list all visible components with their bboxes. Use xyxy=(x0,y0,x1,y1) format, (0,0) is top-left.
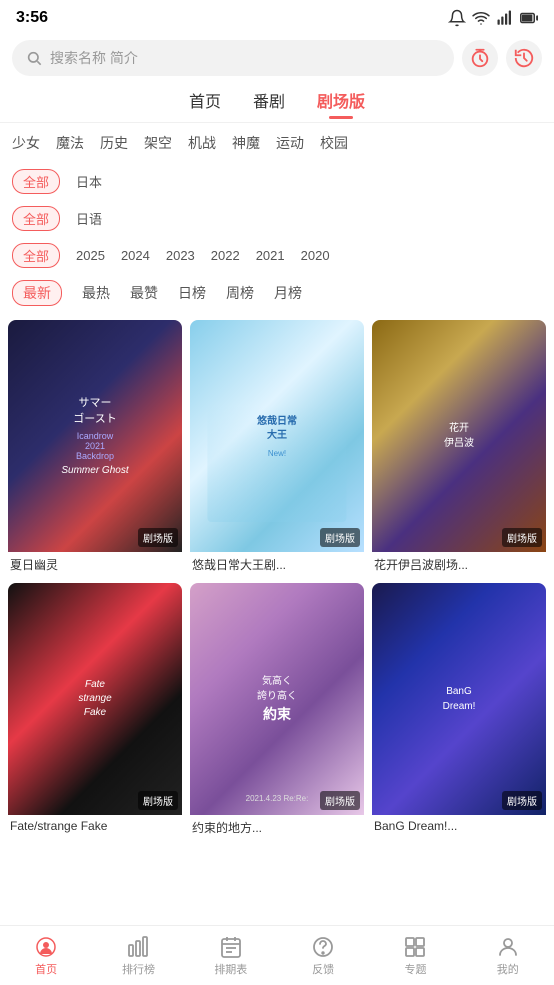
anime-card-4[interactable]: FatestrangeFake 剧场版 Fate/strange Fake xyxy=(8,583,182,838)
anime-badge-4: 剧场版 xyxy=(138,791,178,810)
nav-topic-label: 专题 xyxy=(404,961,426,977)
anime-title-2: 悠哉日常大王剧... xyxy=(190,552,364,575)
year-2021[interactable]: 2021 xyxy=(256,246,285,265)
timer-icon-button[interactable] xyxy=(462,40,498,76)
anime-card-3[interactable]: 花开伊吕波 剧场版 花开伊吕波剧场... xyxy=(372,320,546,575)
notification-icon xyxy=(448,9,466,27)
nav-topic[interactable]: 专题 xyxy=(369,935,461,977)
sort-daily[interactable]: 日榜 xyxy=(178,283,206,303)
anime-title-4: Fate/strange Fake xyxy=(8,815,182,835)
nav-tabs: 首页 番剧 剧场版 xyxy=(0,80,554,123)
anime-title-1: 夏日幽灵 xyxy=(8,552,182,575)
sort-monthly[interactable]: 月榜 xyxy=(274,283,302,303)
year-2024[interactable]: 2024 xyxy=(121,246,150,265)
status-time: 3:56 xyxy=(16,9,48,27)
year-filter-row: 全部 2025 2024 2023 2022 2021 2020 xyxy=(0,237,554,274)
mine-icon xyxy=(496,935,520,959)
anime-card-6[interactable]: BanGDream! 剧场版 BanG Dream!... xyxy=(372,583,546,838)
home-icon xyxy=(34,935,58,959)
genre-mecha[interactable]: 机战 xyxy=(188,133,216,153)
genre-fantasy[interactable]: 神魔 xyxy=(232,133,260,153)
genre-school[interactable]: 校园 xyxy=(320,133,348,153)
topic-icon xyxy=(403,935,427,959)
tab-anime[interactable]: 番剧 xyxy=(253,88,285,118)
sort-rated[interactable]: 最赞 xyxy=(130,283,158,303)
genre-scifi[interactable]: 架空 xyxy=(144,133,172,153)
ranking-icon xyxy=(126,935,150,959)
language-filter-row: 全部 日语 xyxy=(0,200,554,237)
status-icons xyxy=(448,9,538,27)
feedback-icon xyxy=(311,935,335,959)
year-2025[interactable]: 2025 xyxy=(76,246,105,265)
nav-mine[interactable]: 我的 xyxy=(462,935,554,977)
schedule-icon xyxy=(219,935,243,959)
genre-sport[interactable]: 运动 xyxy=(276,133,304,153)
anime-badge-3: 剧场版 xyxy=(502,528,542,547)
year-all[interactable]: 全部 xyxy=(12,243,60,268)
tab-home[interactable]: 首页 xyxy=(189,88,221,118)
region-filter-row: 全部 日本 xyxy=(0,163,554,200)
genre-girl[interactable]: 少女 xyxy=(12,133,40,153)
timer-icon xyxy=(469,47,491,69)
language-japanese[interactable]: 日语 xyxy=(76,207,102,230)
nav-ranking-label: 排行榜 xyxy=(122,961,155,977)
sort-latest[interactable]: 最新 xyxy=(12,280,62,306)
nav-home[interactable]: 首页 xyxy=(0,935,92,977)
genre-filter-scroll: 少女 魔法 历史 架空 机战 神魔 运动 校园 xyxy=(0,123,554,163)
genre-history[interactable]: 历史 xyxy=(100,133,128,153)
nav-feedback-label: 反馈 xyxy=(312,961,334,977)
sort-hot[interactable]: 最热 xyxy=(82,283,110,303)
sort-row: 最新 最热 最赞 日榜 周榜 月榜 xyxy=(0,274,554,312)
anime-badge-5: 剧场版 xyxy=(320,791,360,810)
signal-icon xyxy=(496,9,514,27)
anime-badge-2: 剧场版 xyxy=(320,528,360,547)
genre-magic[interactable]: 魔法 xyxy=(56,133,84,153)
language-all[interactable]: 全部 xyxy=(12,206,60,231)
nav-feedback[interactable]: 反馈 xyxy=(277,935,369,977)
search-bar[interactable]: 搜索名称 简介 xyxy=(12,40,454,76)
sort-weekly[interactable]: 周榜 xyxy=(226,283,254,303)
anime-badge-1: 剧场版 xyxy=(138,528,178,547)
battery-icon xyxy=(520,9,538,27)
anime-grid: サマーゴースト Icandrow2021Backdrop Summer Ghos… xyxy=(0,312,554,846)
nav-ranking[interactable]: 排行榜 xyxy=(92,935,184,977)
nav-mine-label: 我的 xyxy=(497,961,519,977)
history-icon-button[interactable] xyxy=(506,40,542,76)
anime-card-5[interactable]: 気高く誇り高く約束 2021.4.23 Re:Re: 剧场版 约束的地方... xyxy=(190,583,364,838)
anime-title-6: BanG Dream!... xyxy=(372,815,546,835)
history-icon xyxy=(513,47,535,69)
anime-title-5: 约束的地方... xyxy=(190,815,364,838)
bottom-nav: 首页 排行榜 排期表 xyxy=(0,925,554,985)
year-2023[interactable]: 2023 xyxy=(166,246,195,265)
search-icon xyxy=(26,50,42,66)
year-2020[interactable]: 2020 xyxy=(301,246,330,265)
search-placeholder: 搜索名称 简介 xyxy=(50,48,138,68)
nav-schedule-label: 排期表 xyxy=(214,961,247,977)
year-2022[interactable]: 2022 xyxy=(211,246,240,265)
anime-title-3: 花开伊吕波剧场... xyxy=(372,552,546,575)
region-japan[interactable]: 日本 xyxy=(76,170,102,193)
anime-card-2[interactable]: 悠哉日常大王 New! 剧场版 悠哉日常大王剧... xyxy=(190,320,364,575)
status-bar: 3:56 xyxy=(0,0,554,36)
nav-home-label: 首页 xyxy=(35,961,57,977)
anime-card-1[interactable]: サマーゴースト Icandrow2021Backdrop Summer Ghos… xyxy=(8,320,182,575)
wifi-icon xyxy=(472,9,490,27)
tab-theater[interactable]: 剧场版 xyxy=(317,88,365,118)
anime-badge-6: 剧场版 xyxy=(502,791,542,810)
search-row: 搜索名称 简介 xyxy=(0,36,554,80)
nav-schedule[interactable]: 排期表 xyxy=(185,935,277,977)
region-all[interactable]: 全部 xyxy=(12,169,60,194)
